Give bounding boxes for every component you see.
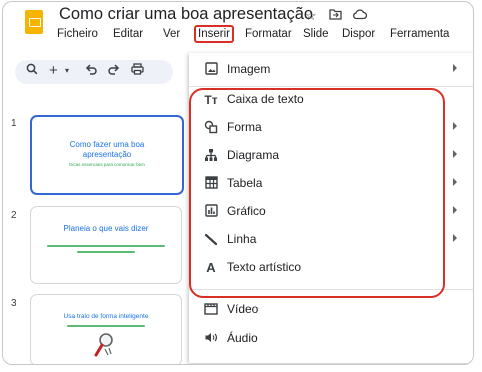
menu-divider [189,289,473,290]
text-box-icon: Tт [204,93,218,107]
app-window: Como criar uma boa apresentação ☆ Fichei… [2,1,474,365]
menu-slide[interactable]: Slide [303,28,329,40]
menu-item-forma[interactable]: Forma [189,115,473,141]
slide-title: Como fazer uma boa apresentação [69,140,145,159]
menu-formatar[interactable]: Formatar [245,28,292,40]
chart-icon [203,204,219,220]
slide-number: 3 [11,298,17,309]
cloud-status-icon[interactable] [352,8,368,23]
slide-number: 1 [11,118,17,129]
menu-item-grafico[interactable]: Gráfico [189,199,473,225]
menu-item-audio[interactable]: Áudio [189,326,473,352]
redo-icon[interactable] [108,63,120,78]
new-slide-icon[interactable]: + [49,62,58,79]
submenu-arrow-icon [453,122,457,130]
table-icon [203,176,219,192]
move-folder-icon[interactable] [329,8,342,23]
slide-thumbnail-3[interactable]: Usa tralo de forma inteligente [30,294,182,364]
print-icon[interactable] [131,63,144,78]
submenu-arrow-icon [453,178,457,186]
submenu-arrow-icon [453,234,457,242]
slide-text-line [67,325,145,327]
submenu-arrow-icon [453,150,457,158]
slide-thumbnail-1[interactable]: Como fazer uma boa apresentação Dicas es… [30,115,184,195]
slide-text-line [77,251,135,253]
diagram-icon [203,148,219,164]
menu-item-diagrama[interactable]: Diagrama [189,143,473,169]
audio-icon [203,331,219,347]
image-icon [203,62,219,78]
shape-icon [203,120,219,136]
menu-item-imagem[interactable]: Imagem [189,57,473,83]
toolbar: + ▾ [15,60,173,84]
menu-ferramentas[interactable]: Ferramenta [390,28,449,40]
menu-item-video[interactable]: Vídeo [189,297,473,323]
slide-number: 2 [11,210,17,221]
slide-text-line [47,245,165,247]
line-icon [203,232,219,248]
slide-title: Planeia o que vais dizer [63,224,149,233]
star-icon[interactable]: ☆ [305,8,317,24]
document-title[interactable]: Como criar uma boa apresentação [59,5,313,24]
slide-thumbnail-2[interactable]: Planeia o que vais dizer [30,206,182,284]
slide-title: Usa tralo de forma inteligente [63,313,149,320]
menu-item-linha[interactable]: Linha [189,227,473,253]
insert-menu: Imagem Tт Caixa de texto Forma Diagrama [189,53,473,363]
menu-item-tabela[interactable]: Tabela [189,171,473,197]
menu-item-caixa-de-texto[interactable]: Tт Caixa de texto [189,87,473,113]
undo-icon[interactable] [85,63,97,78]
menu-inserir[interactable]: Inserir [194,25,234,43]
slide-subtitle: Dicas essenciais para comunicar bem [69,162,145,167]
menu-item-texto-artistico[interactable]: A Texto artístico [189,255,473,281]
menu-dispor[interactable]: Dispor [342,28,375,40]
magnifier-illustration-icon [94,333,113,357]
video-icon [203,302,219,318]
word-art-icon: A [206,260,216,275]
submenu-arrow-icon [453,64,457,72]
chevron-down-icon[interactable]: ▾ [65,66,69,75]
menu-editar[interactable]: Editar [113,28,143,40]
menu-ver[interactable]: Ver [163,28,180,40]
slides-logo-icon[interactable] [25,10,43,34]
menu-ficheiro[interactable]: Ficheiro [57,28,98,40]
search-icon[interactable] [26,63,38,78]
submenu-arrow-icon [453,206,457,214]
